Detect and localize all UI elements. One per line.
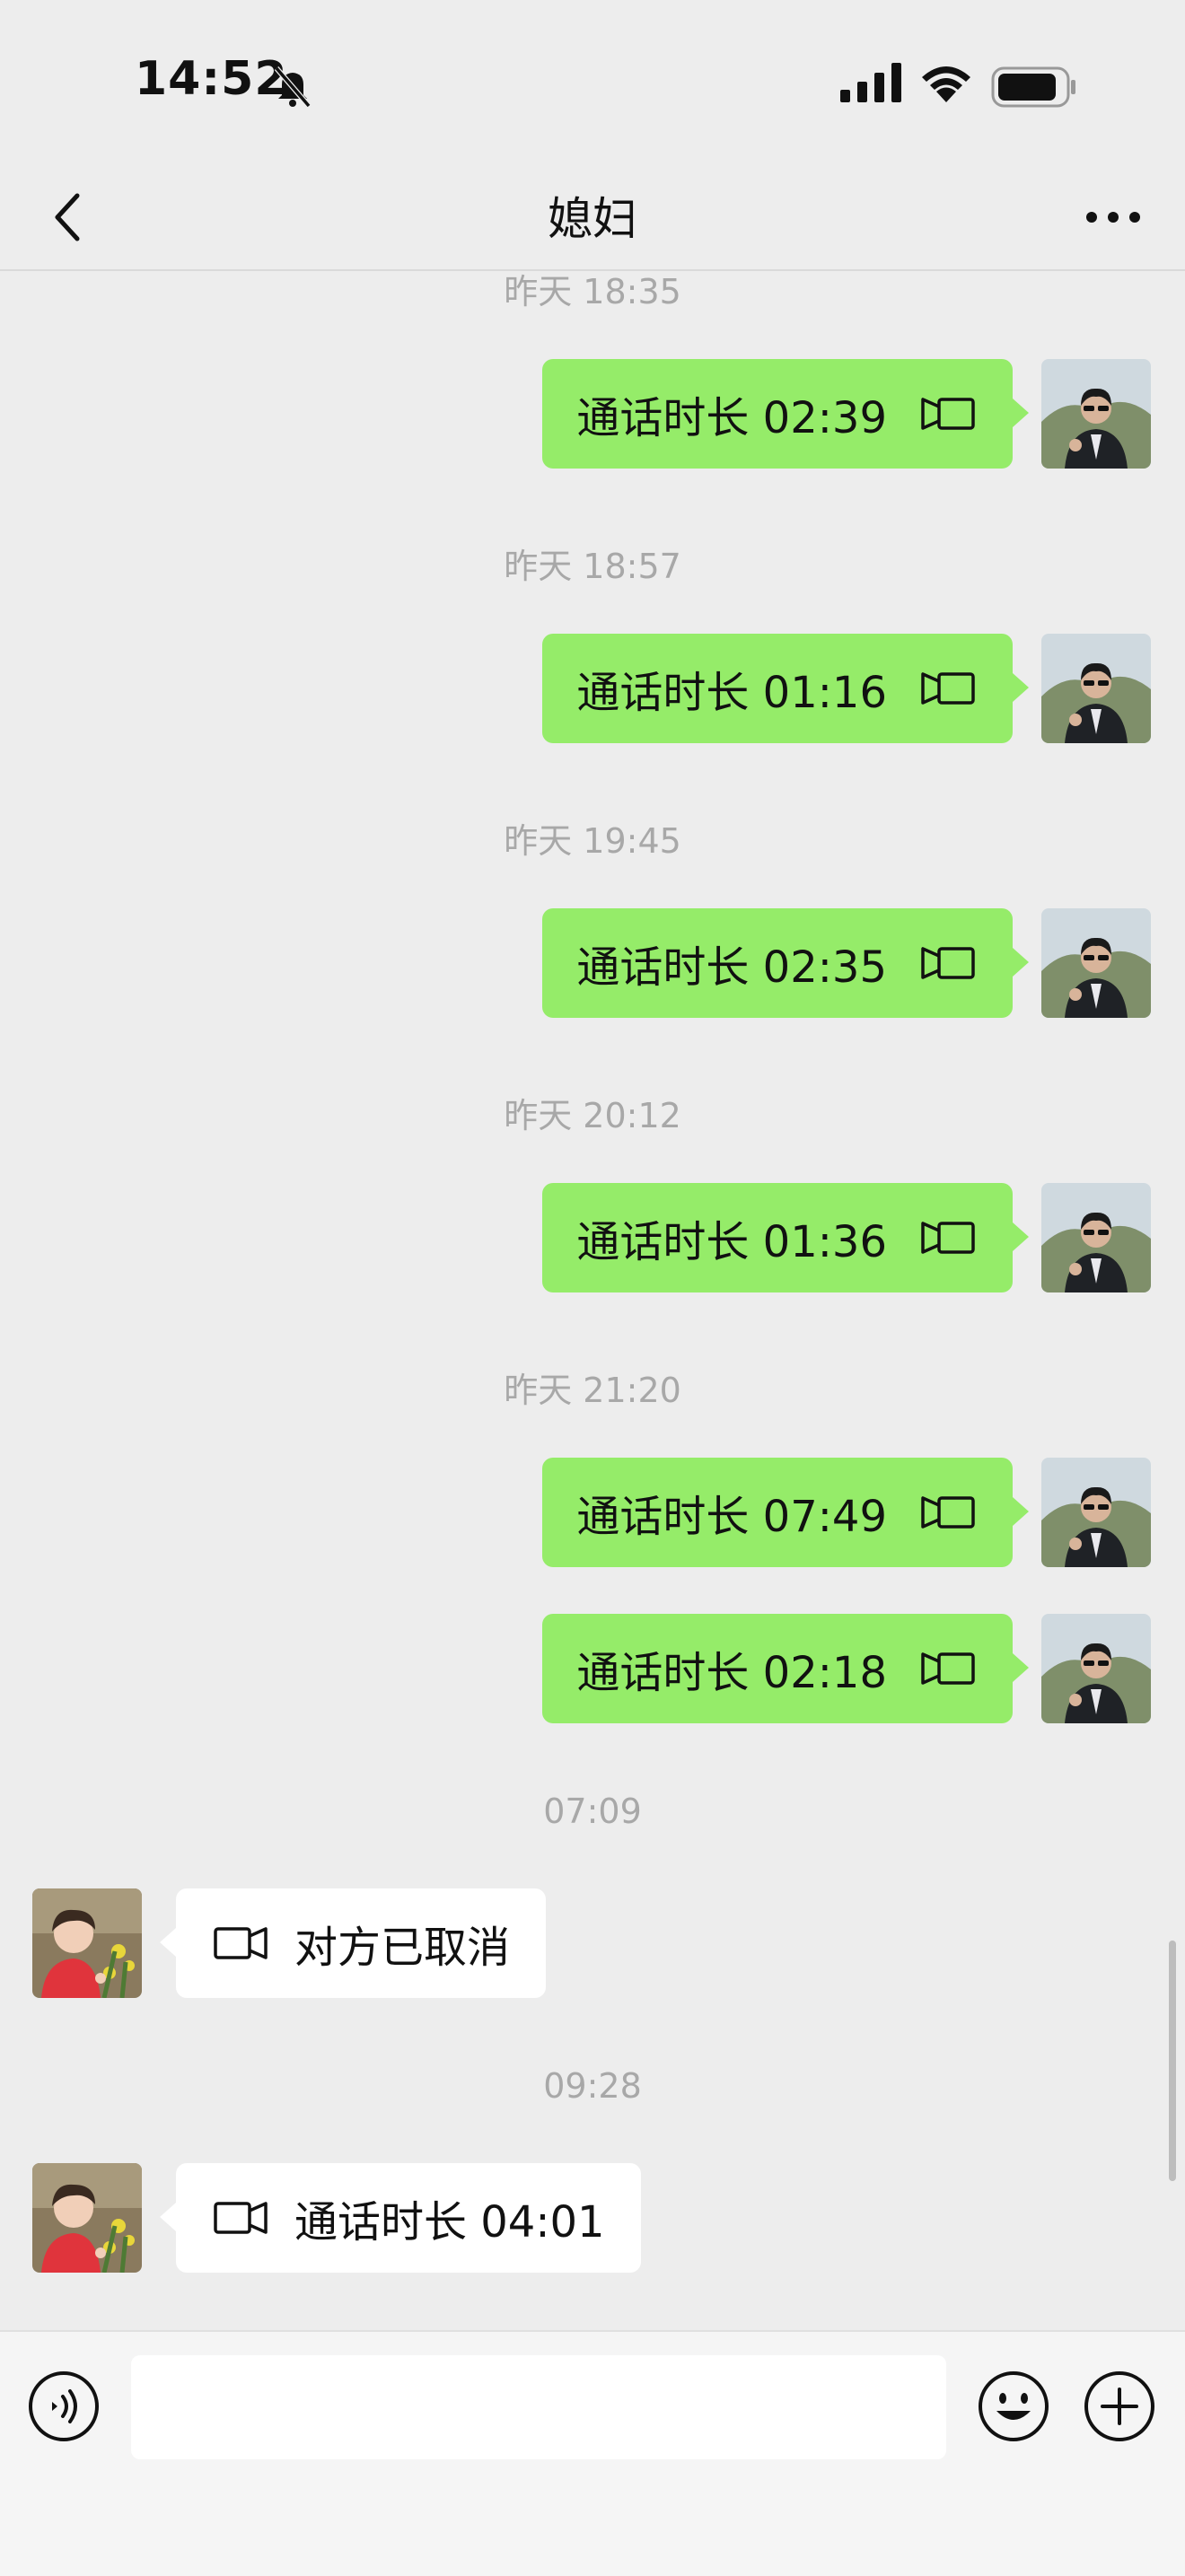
outgoing-video-call-message[interactable]: 通话时长 02:39 [542, 359, 1029, 469]
video-call-icon [921, 398, 975, 430]
outgoing-video-call-message[interactable]: 通话时长 02:35 [542, 908, 1029, 1018]
video-call-icon [921, 672, 975, 705]
outgoing-video-call-message[interactable]: 通话时长 07:49 [542, 1458, 1029, 1567]
incoming-video-call-message[interactable]: 对方已取消 [159, 1888, 547, 1998]
self-avatar[interactable] [1041, 1614, 1151, 1723]
silent-bell-icon [274, 66, 312, 108]
chat-header: 媳妇 [0, 162, 1185, 271]
call-duration-text: 通话时长 02:39 [576, 393, 887, 443]
self-avatar[interactable] [1041, 1458, 1151, 1567]
cellular-signal-icon [840, 63, 901, 102]
message-text-input[interactable] [131, 2355, 946, 2459]
message-timestamp: 07:09 [543, 1792, 642, 1831]
more-functions-button[interactable] [1083, 2370, 1156, 2443]
message-timestamp: 昨天 19:45 [504, 821, 681, 861]
message-list[interactable]: 昨天 18:35 通话时长 02:39 昨天 18:57 通话时长 01:16 [0, 271, 1185, 2330]
call-status-text: 对方已取消 [294, 1923, 511, 1973]
video-call-icon [921, 1222, 975, 1254]
status-bar: 14:52 [0, 0, 1185, 162]
message-timestamp: 昨天 18:35 [504, 272, 681, 311]
self-avatar[interactable] [1041, 908, 1151, 1018]
contact-avatar[interactable] [32, 1888, 142, 1998]
message-timestamp: 昨天 20:12 [504, 1096, 681, 1135]
chat-title: 媳妇 [548, 193, 637, 245]
video-call-icon [214, 1927, 268, 1959]
self-avatar[interactable] [1041, 359, 1151, 469]
call-duration-text: 通话时长 01:36 [576, 1217, 887, 1267]
call-duration-text: 通话时长 02:35 [576, 942, 887, 993]
emoji-button[interactable] [977, 2370, 1050, 2443]
incoming-video-call-message[interactable]: 通话时长 04:01 [160, 2163, 641, 2273]
video-call-icon [921, 947, 975, 979]
video-call-icon [921, 1652, 975, 1685]
more-options-button[interactable] [1077, 181, 1149, 253]
outgoing-video-call-message[interactable]: 通话时长 01:36 [542, 1183, 1029, 1292]
battery-icon [991, 66, 1075, 108]
wifi-icon [922, 66, 970, 102]
message-input-bar [0, 2330, 1185, 2576]
video-call-icon [214, 2202, 268, 2234]
self-avatar[interactable] [1041, 1183, 1151, 1292]
status-time: 14:52 [135, 52, 288, 106]
message-timestamp: 09:28 [543, 2066, 642, 2106]
scrollbar[interactable] [1169, 1941, 1176, 2181]
message-timestamp: 昨天 21:20 [504, 1371, 681, 1410]
call-duration-text: 通话时长 07:49 [576, 1492, 887, 1542]
voice-input-button[interactable] [27, 2370, 101, 2443]
call-duration-text: 通话时长 04:01 [294, 2197, 605, 2247]
self-avatar[interactable] [1041, 634, 1151, 743]
call-duration-text: 通话时长 02:18 [576, 1648, 887, 1698]
message-timestamp: 昨天 18:57 [504, 547, 681, 586]
outgoing-video-call-message[interactable]: 通话时长 01:16 [542, 634, 1029, 743]
call-duration-text: 通话时长 01:16 [576, 668, 887, 718]
video-call-icon [921, 1496, 975, 1529]
contact-avatar[interactable] [32, 2163, 142, 2273]
outgoing-video-call-message[interactable]: 通话时长 02:18 [542, 1614, 1029, 1723]
